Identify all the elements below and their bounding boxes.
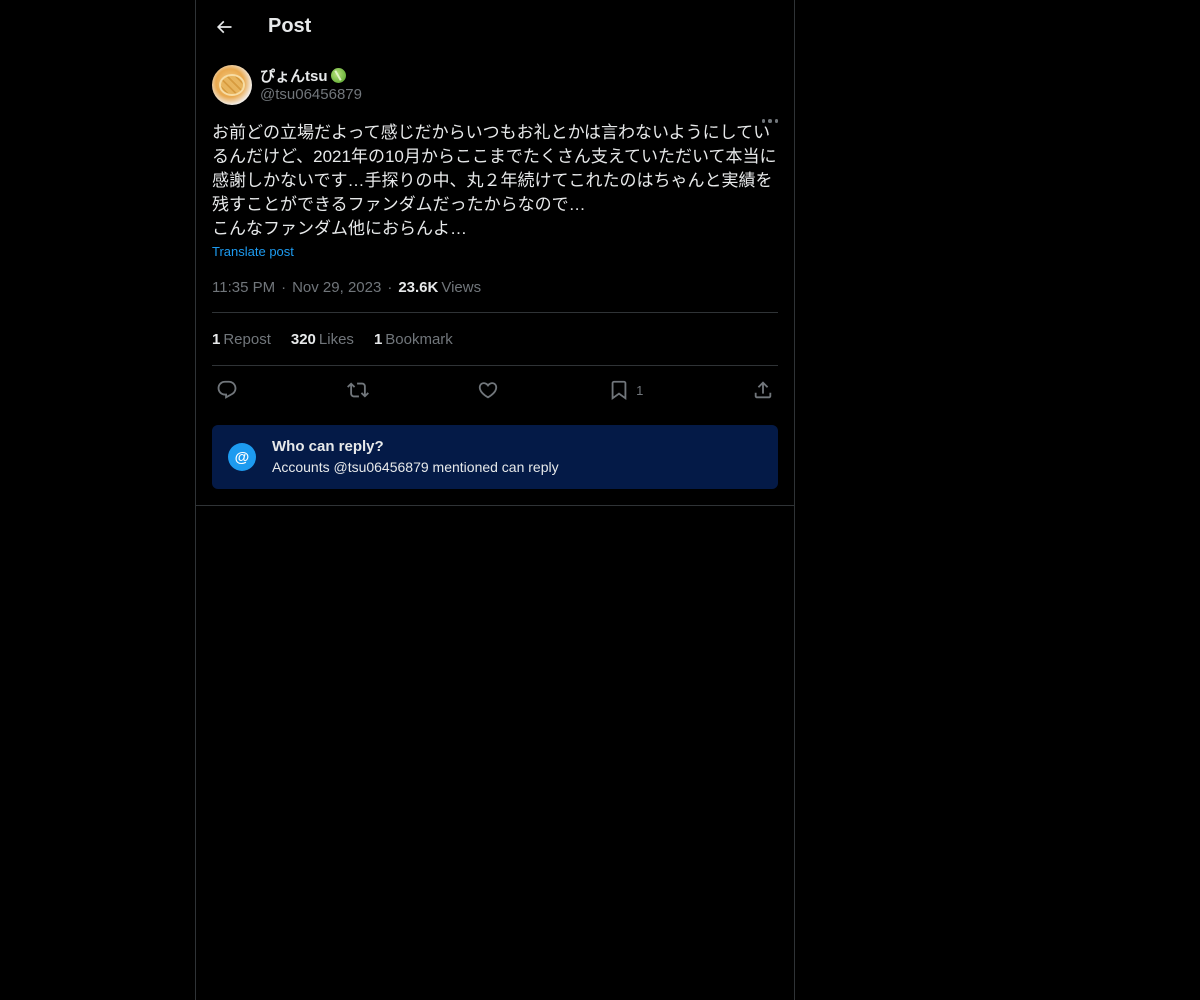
action-bar: 1	[212, 366, 778, 414]
reply-restriction-notice: @ Who can reply? Accounts @tsu06456879 m…	[212, 425, 778, 489]
engagement-stats: 1 Repost 320 Likes 1 Bookmark	[212, 313, 778, 366]
reply-restriction-subtitle: Accounts @tsu06456879 mentioned can repl…	[272, 459, 559, 475]
views-label: Views	[441, 279, 482, 296]
post-text: お前どの立場だよって感じだからいつもお礼とかは言わないようにしているんだけど、2…	[212, 123, 777, 238]
reposts-label: Repost	[223, 330, 271, 348]
header: Post	[196, 0, 794, 53]
main-column: Post ぴょんtsu @tsu06456879 お前どの立場だよって感じだから…	[195, 0, 795, 1000]
reposts-count: 1	[212, 330, 221, 348]
share-button[interactable]	[752, 379, 774, 401]
back-button[interactable]	[212, 15, 236, 39]
bookmark-count: 1	[636, 382, 644, 398]
like-button[interactable]	[477, 379, 499, 401]
likes-label: Likes	[318, 330, 354, 348]
like-icon	[479, 382, 498, 399]
repost-button[interactable]	[346, 379, 369, 401]
arrow-left-icon	[216, 20, 232, 33]
author-row: ぴょんtsu @tsu06456879	[212, 53, 778, 105]
display-name-row: ぴょんtsu	[260, 65, 362, 85]
page-title: Post	[268, 15, 312, 37]
likes-count: 320	[290, 330, 316, 348]
mention-at-icon: @	[228, 443, 256, 471]
display-name[interactable]: ぴょんtsu	[260, 65, 328, 86]
bookmarks-count: 1	[373, 330, 383, 348]
avatar-image	[219, 74, 245, 96]
views-count: 23.6K	[398, 279, 439, 296]
separator-dot: ·	[387, 279, 393, 296]
bookmarks-label: Bookmark	[385, 330, 453, 348]
more-dot-icon	[761, 119, 765, 123]
post-time[interactable]: 11:35 PM	[212, 279, 275, 296]
post-date[interactable]: Nov 29, 2023	[292, 279, 381, 296]
reply-button[interactable]	[216, 379, 238, 401]
emoji-badge-icon	[330, 67, 346, 83]
reply-restriction-title: Who can reply?	[272, 438, 384, 455]
more-dot-icon	[768, 119, 772, 123]
bookmarks-stat[interactable]: 1 Bookmark	[374, 331, 453, 348]
translate-post-link[interactable]: Translate post	[212, 244, 294, 259]
more-dot-icon	[774, 119, 778, 123]
more-options-button[interactable]	[761, 119, 778, 123]
separator-dot: ·	[281, 279, 287, 296]
reposts-stat[interactable]: 1 Repost	[212, 331, 271, 348]
likes-stat[interactable]: 320 Likes	[291, 331, 354, 348]
bookmark-button[interactable]: 1	[608, 379, 643, 401]
reply-restriction-text: Who can reply? Accounts @tsu06456879 men…	[272, 437, 559, 477]
share-icon	[754, 381, 772, 399]
repost-icon	[346, 382, 369, 398]
reply-icon	[217, 380, 237, 399]
handle[interactable]: @tsu06456879	[260, 86, 362, 103]
bookmark-icon	[611, 380, 627, 401]
author-names: ぴょんtsu @tsu06456879	[260, 65, 362, 103]
post-meta: 11:35 PM · Nov 29, 2023 · 23.6K Views	[212, 279, 778, 313]
post: ぴょんtsu @tsu06456879 お前どの立場だよって感じだからいつもお礼…	[196, 53, 794, 506]
avatar[interactable]	[212, 65, 252, 105]
